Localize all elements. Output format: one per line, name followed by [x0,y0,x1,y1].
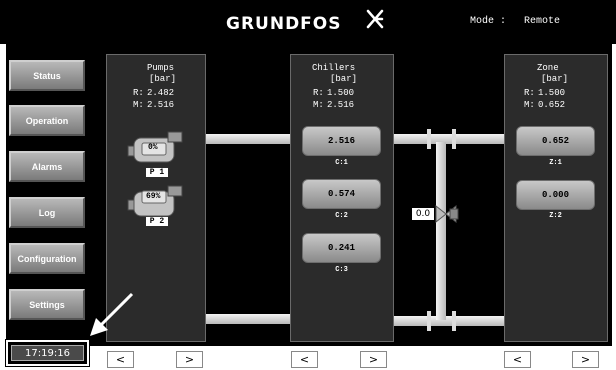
zone-2-label: Z:2 [549,212,562,220]
pumps-r-label: R: [133,88,144,98]
zone-title: Zone [537,63,559,73]
zone-m-label: M: [524,100,535,110]
alarms-button[interactable]: Alarms [9,151,85,182]
pipe-flange [452,311,456,331]
zone-r-label: R: [524,88,535,98]
pumps-m-value: 2.516 [147,100,175,110]
pumps-prev-button[interactable]: < [107,351,134,368]
annotation-arrow-icon [90,292,134,336]
bypass-pipe [436,142,446,320]
zone-1[interactable]: 0.652 [516,126,595,156]
pumps-unit: [bar] [149,74,177,84]
mode-label: Mode : [470,16,507,27]
grundfos-logo: GRUNDFOS [226,14,342,34]
bypass-valve-icon[interactable] [434,203,460,225]
chillers-unit: [bar] [330,74,358,84]
zone-next-button[interactable]: > [572,351,599,368]
zone-prev-button[interactable]: < [504,351,531,368]
pumps-next-button[interactable]: > [176,351,203,368]
chillers-prev-button[interactable]: < [291,351,318,368]
pump-1-label: P 1 [146,168,168,177]
grundfos-man-icon [366,9,384,29]
pipe-flange [427,129,431,149]
mode-value: Remote [524,16,561,27]
clock: 17:19:16 [6,340,89,366]
valve-value: 0.0 [411,207,435,221]
settings-button[interactable]: Settings [9,289,85,320]
zone-m-value: 0.652 [538,100,566,110]
pump-2-icon[interactable] [126,182,186,220]
zone-unit: [bar] [541,74,569,84]
pipe-pumps-chillers-bottom [206,314,290,324]
pipe-chillers-zone-bottom [394,316,504,326]
chiller-1[interactable]: 2.516 [302,126,381,156]
chiller-3[interactable]: 0.241 [302,233,381,263]
zone-r-value: 1.500 [538,88,566,98]
status-button[interactable]: Status [9,60,85,91]
header-bar: GRUNDFOS Mode : Remote [0,0,616,44]
chiller-2[interactable]: 0.574 [302,179,381,209]
configuration-button[interactable]: Configuration [9,243,85,274]
pumps-m-label: M: [133,100,144,110]
pipe-chillers-zone-top [394,134,504,144]
pumps-r-value: 2.482 [147,88,175,98]
clock-time: 17:19:16 [11,345,84,361]
chillers-next-button[interactable]: > [360,351,387,368]
chillers-r-label: R: [313,88,324,98]
chillers-r-value: 1.500 [327,88,355,98]
chillers-m-label: M: [313,100,324,110]
hmi-screen: GRUNDFOS Mode : Remote Status Operation … [0,0,616,370]
pump-2-label: P 2 [146,217,168,226]
operation-button[interactable]: Operation [9,105,85,136]
zone-2[interactable]: 0.000 [516,180,595,210]
pipe-flange [427,311,431,331]
zone-1-label: Z:1 [549,159,562,167]
pump-1-speed: 0% [148,143,158,152]
chillers-title: Chillers [312,63,356,73]
chiller-1-label: C:1 [335,159,348,167]
chillers-m-value: 2.516 [327,100,355,110]
pump-2-speed: 69% [146,192,161,201]
log-button[interactable]: Log [9,197,85,228]
pipe-pumps-chillers-top [206,134,290,144]
chiller-3-label: C:3 [335,266,348,274]
pipe-flange [452,129,456,149]
chiller-2-label: C:2 [335,212,348,220]
pumps-title: Pumps [147,63,175,73]
